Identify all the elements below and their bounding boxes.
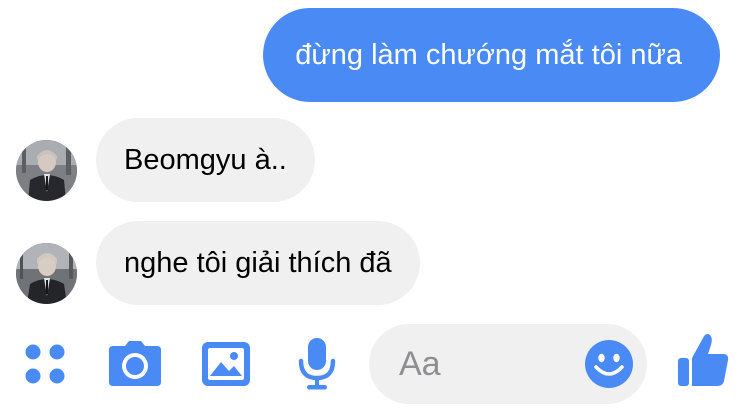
outgoing-message-text: đừng làm chướng mắt tôi nữa xyxy=(295,39,682,71)
avatar-photo-icon xyxy=(16,243,77,304)
message-input[interactable]: Aa xyxy=(369,324,647,404)
incoming-message-bubble[interactable]: nghe tôi giải thích đã xyxy=(96,221,420,305)
emoji-icon xyxy=(585,340,633,388)
microphone-button[interactable] xyxy=(295,336,339,392)
photo-button[interactable] xyxy=(200,336,252,392)
message-input-placeholder: Aa xyxy=(399,345,441,383)
avatar-photo-icon xyxy=(16,140,77,201)
apps-icon xyxy=(25,344,65,384)
composer-bar: Aa xyxy=(0,318,750,420)
camera-icon xyxy=(109,341,161,386)
outgoing-message-bubble[interactable]: đừng làm chướng mắt tôi nữa xyxy=(263,8,720,102)
thumbs-up-icon xyxy=(678,334,729,386)
incoming-message-text: Beomgyu à.. xyxy=(124,144,287,176)
apps-button[interactable] xyxy=(20,336,70,392)
incoming-message-bubble[interactable]: Beomgyu à.. xyxy=(96,118,315,202)
incoming-message-text: nghe tôi giải thích đã xyxy=(124,247,392,279)
thumbs-up-button[interactable] xyxy=(676,332,730,388)
contact-avatar[interactable] xyxy=(16,243,77,304)
photo-icon xyxy=(202,342,250,386)
emoji-button[interactable] xyxy=(584,339,634,389)
contact-avatar[interactable] xyxy=(16,140,77,201)
camera-button[interactable] xyxy=(106,336,164,392)
microphone-icon xyxy=(298,338,336,390)
